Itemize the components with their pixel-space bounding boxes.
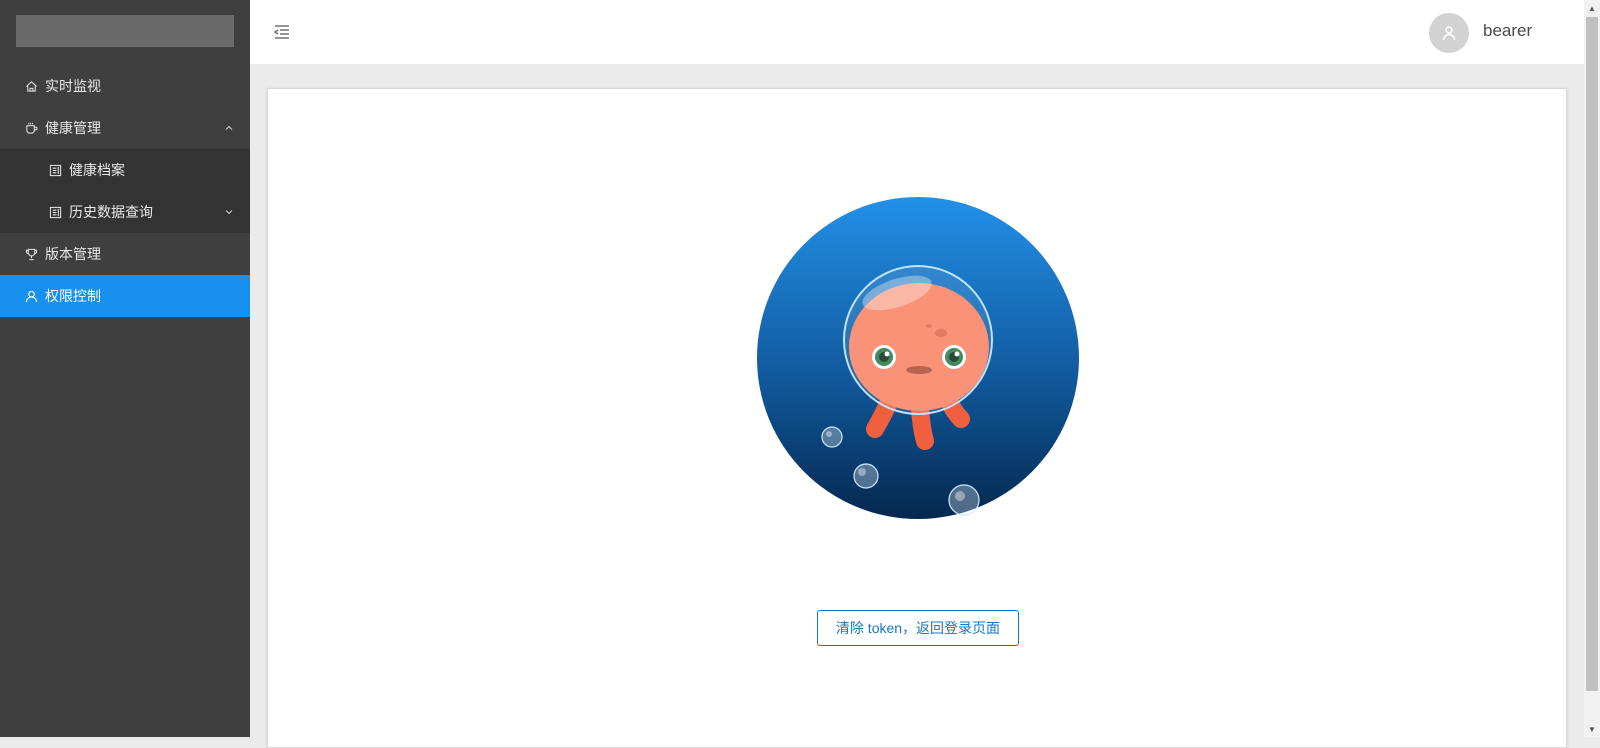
sidebar-item-health-records[interactable]: 健康档案 (0, 149, 250, 191)
scroll-thumb[interactable] (1586, 17, 1598, 691)
cup-icon (24, 121, 38, 135)
sidebar: 实时监视 健康管理 健康档案 历史数据查询 版本管理 权限控制 (0, 0, 250, 737)
chevron-down-icon (224, 191, 234, 233)
sidebar-item-label: 版本管理 (45, 246, 101, 262)
sidebar-item-label: 健康管理 (45, 120, 101, 136)
home-icon (24, 79, 38, 93)
document-icon (48, 205, 62, 219)
avatar[interactable] (1429, 13, 1469, 53)
content-card: 清除 token，返回登录页面 (267, 88, 1567, 748)
sidebar-item-label: 历史数据查询 (69, 204, 153, 220)
user-icon (24, 289, 38, 303)
sidebar-item-health-management[interactable]: 健康管理 (0, 107, 250, 149)
scroll-down-icon[interactable]: ▼ (1584, 721, 1600, 737)
sidebar-menu: 实时监视 健康管理 健康档案 历史数据查询 版本管理 权限控制 (0, 65, 250, 317)
trophy-icon (24, 247, 38, 261)
chevron-up-icon (224, 107, 234, 149)
collapse-menu-icon[interactable] (272, 22, 292, 42)
sidebar-item-permission-control[interactable]: 权限控制 (0, 275, 250, 317)
scrollbar[interactable]: ▲ ▼ (1584, 0, 1600, 737)
sidebar-item-label: 实时监视 (45, 78, 101, 94)
sidebar-item-version-management[interactable]: 版本管理 (0, 233, 250, 275)
scroll-up-icon[interactable]: ▲ (1584, 0, 1600, 16)
octopus-illustration (757, 197, 1079, 519)
sidebar-item-label: 健康档案 (69, 162, 125, 178)
sidebar-item-history-query[interactable]: 历史数据查询 (0, 191, 250, 233)
logo (16, 15, 234, 47)
top-header: bearer (250, 0, 1584, 64)
health-submenu: 健康档案 历史数据查询 (0, 149, 250, 233)
document-icon (48, 163, 62, 177)
sidebar-item-realtime-monitor[interactable]: 实时监视 (0, 65, 250, 107)
username[interactable]: bearer (1483, 21, 1532, 41)
sidebar-item-label: 权限控制 (45, 288, 101, 304)
clear-token-button[interactable]: 清除 token，返回登录页面 (817, 610, 1019, 646)
